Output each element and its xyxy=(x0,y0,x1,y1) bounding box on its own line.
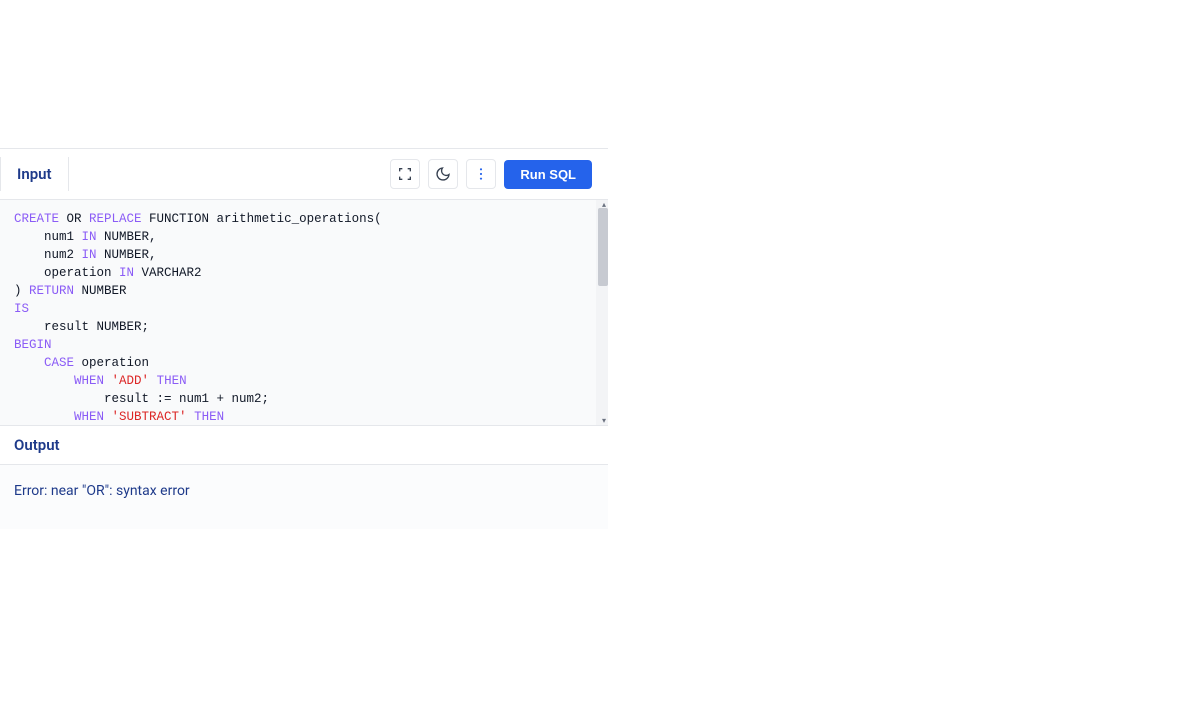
fullscreen-button[interactable] xyxy=(390,159,420,189)
moon-icon xyxy=(435,166,451,182)
run-sql-button[interactable]: Run SQL xyxy=(504,160,592,189)
scrollbar-thumb[interactable] xyxy=(598,208,608,286)
editor-header: Input Run SQL xyxy=(0,148,608,200)
scrollbar-track[interactable]: ▴ ▾ xyxy=(596,200,608,425)
more-button[interactable] xyxy=(466,159,496,189)
theme-button[interactable] xyxy=(428,159,458,189)
output-header: Output xyxy=(0,425,608,465)
output-message: Error: near "OR": syntax error xyxy=(0,465,608,529)
fullscreen-icon xyxy=(397,166,413,182)
more-vertical-icon xyxy=(473,166,489,182)
code-editor[interactable]: CREATE OR REPLACE FUNCTION arithmetic_op… xyxy=(0,200,608,425)
scroll-down-arrow[interactable]: ▾ xyxy=(602,416,606,425)
input-tab[interactable]: Input xyxy=(0,157,69,191)
